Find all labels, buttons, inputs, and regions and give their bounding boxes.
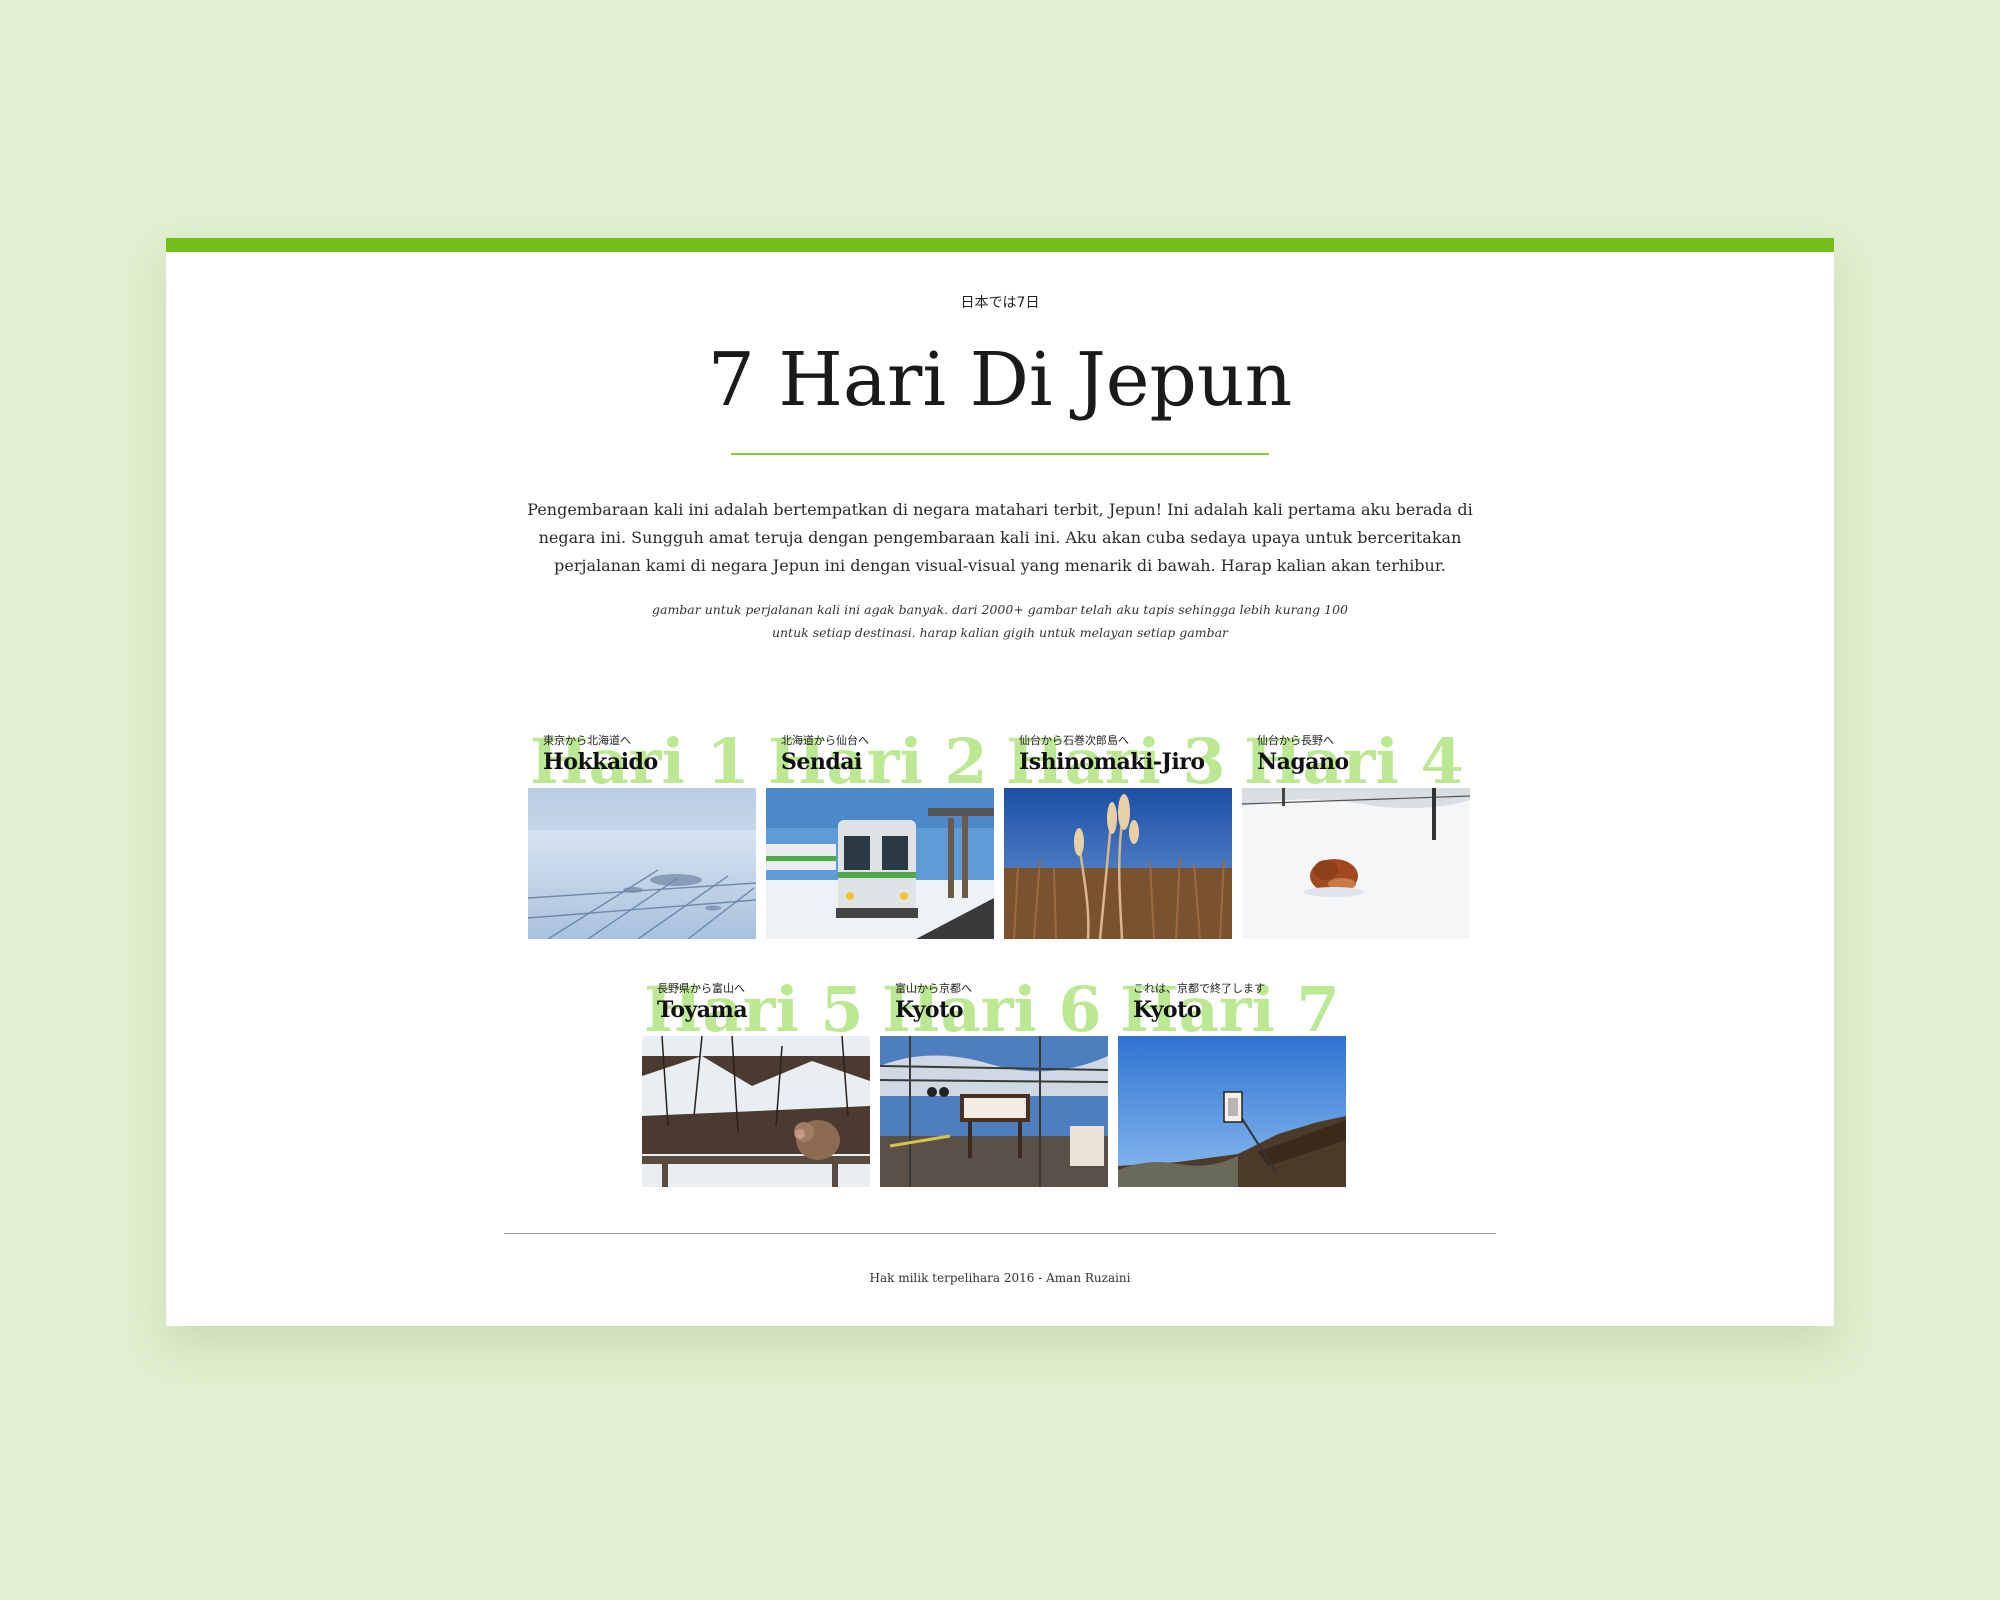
day-city: Kyoto: [1133, 997, 1201, 1023]
day-city: Ishinomaki-Jiro: [1019, 749, 1205, 775]
snowy-plain-image: [528, 788, 756, 939]
day-photo-toyama[interactable]: [642, 1036, 870, 1187]
day-city: Sendai: [781, 749, 862, 775]
footer-divider: [504, 1233, 1496, 1234]
page-card: 日本では7日 7 Hari Di Jepun Pengembaraan kali…: [166, 238, 1834, 1326]
day-city: Toyama: [657, 997, 748, 1023]
day-route: 仙台から長野へ: [1257, 734, 1334, 747]
intro-note: gambar untuk perjalanan kali ini agak ba…: [652, 602, 1348, 640]
day-card-7[interactable]: Hari 7 これは、京都で終了します Kyoto: [1118, 979, 1346, 1190]
footer-copyright: Hak milik terpelihara 2016 - Aman Ruzain…: [869, 1271, 1131, 1285]
day-photo-sendai[interactable]: [766, 788, 994, 939]
day-city: Kyoto: [895, 997, 963, 1023]
day-route: 仙台から石巻次郎島へ: [1019, 734, 1129, 747]
day-route: 長野県から富山へ: [657, 982, 745, 995]
page-subtitle: 日本では7日: [960, 295, 1040, 311]
accent-top-bar: [166, 238, 1834, 252]
day-route: 富山から京都へ: [895, 982, 972, 995]
railway-crossing-image: [880, 1036, 1108, 1187]
lantern-image: [1118, 1036, 1346, 1187]
day-photo-kyoto-2[interactable]: [1118, 1036, 1346, 1187]
title-divider: [731, 453, 1269, 455]
day-card-1[interactable]: Hari 1 東京から北海道へ Hokkaido: [528, 731, 756, 942]
day-photo-ishinomaki[interactable]: [1004, 788, 1232, 939]
page-title: 7 Hari Di Jepun: [707, 337, 1293, 423]
day-photo-hokkaido[interactable]: [528, 788, 756, 939]
day-city: Nagano: [1257, 749, 1349, 775]
train-image: [766, 788, 994, 939]
day-route: これは、京都で終了します: [1133, 982, 1265, 995]
day-card-6[interactable]: Hari 6 富山から京都へ Kyoto: [880, 979, 1108, 1190]
day-route: 東京から北海道へ: [543, 734, 631, 747]
day-card-5[interactable]: Hari 5 長野県から富山へ Toyama: [642, 979, 870, 1190]
grass-image: [1004, 788, 1232, 939]
day-card-4[interactable]: Hari 4 仙台から長野へ Nagano: [1242, 731, 1470, 942]
day-route: 北海道から仙台へ: [781, 734, 869, 747]
day-card-3[interactable]: Hari 3 仙台から石巻次郎島へ Ishinomaki-Jiro: [1004, 731, 1232, 942]
snow-monkey-image: [642, 1036, 870, 1187]
day-card-2[interactable]: Hari 2 北海道から仙台へ Sendai: [766, 731, 994, 942]
intro-paragraph: Pengembaraan kali ini adalah bertempatka…: [527, 500, 1473, 575]
day-photo-kyoto-1[interactable]: [880, 1036, 1108, 1187]
day-photo-nagano[interactable]: [1242, 788, 1470, 939]
fox-in-snow-image: [1242, 788, 1470, 939]
day-city: Hokkaido: [543, 749, 658, 775]
